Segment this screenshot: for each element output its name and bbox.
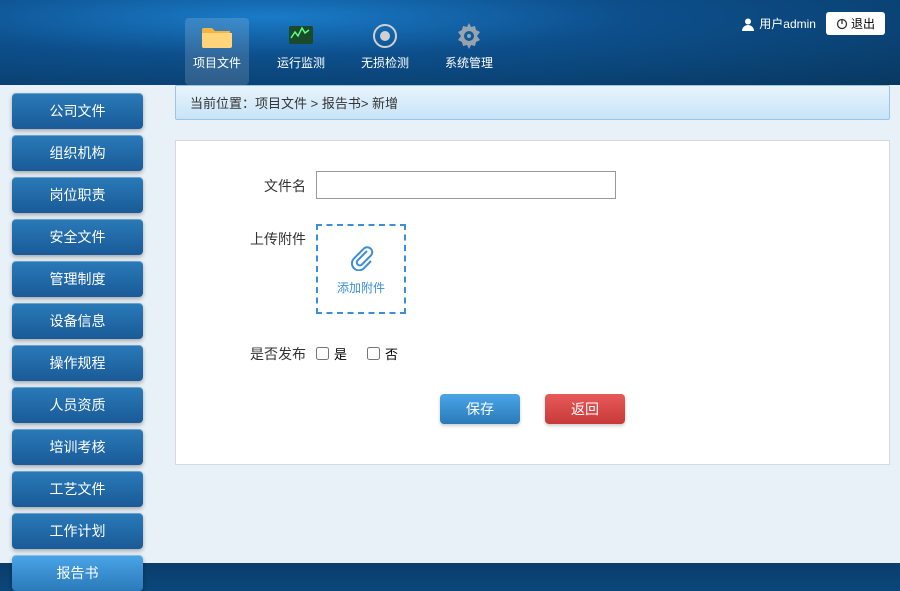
filename-label: 文件名 [226, 171, 306, 196]
upload-label: 上传附件 [226, 224, 306, 249]
power-icon [836, 18, 848, 30]
breadcrumb: 当前位置：项目文件 > 报告书> 新增 [175, 85, 890, 120]
sidebar-item-procedures[interactable]: 操作规程 [12, 345, 143, 381]
sidebar-item-safety[interactable]: 安全文件 [12, 219, 143, 255]
sidebar-item-workplan[interactable]: 工作计划 [12, 513, 143, 549]
nav-operation-monitor[interactable]: 运行监测 [269, 18, 333, 85]
form-panel: 文件名 上传附件 添加附件 是否发布 是 [175, 140, 890, 465]
publish-yes-checkbox[interactable] [316, 347, 329, 360]
nav-label: 项目文件 [193, 54, 241, 71]
publish-no-checkbox[interactable] [367, 347, 380, 360]
nav-system-manage[interactable]: 系统管理 [437, 18, 501, 85]
sidebar-item-training[interactable]: 培训考核 [12, 429, 143, 465]
sidebar-item-process[interactable]: 工艺文件 [12, 471, 143, 507]
folder-icon [201, 22, 233, 50]
nav-label: 系统管理 [445, 54, 493, 71]
nav-ndt[interactable]: 无损检测 [353, 18, 417, 85]
sidebar-item-org[interactable]: 组织机构 [12, 135, 143, 171]
main-content: 当前位置：项目文件 > 报告书> 新增 文件名 上传附件 添加附件 是否发布 [155, 85, 900, 563]
nav-project-files[interactable]: 项目文件 [185, 18, 249, 85]
publish-no-label: 否 [385, 344, 398, 363]
sidebar-item-rules[interactable]: 管理制度 [12, 261, 143, 297]
monitor-icon [285, 22, 317, 50]
paperclip-icon [347, 243, 375, 271]
user-icon [741, 17, 755, 31]
upload-text: 添加附件 [337, 279, 385, 296]
back-button[interactable]: 返回 [545, 394, 625, 424]
sidebar-item-duties[interactable]: 岗位职责 [12, 177, 143, 213]
top-nav: 项目文件 运行监测 无损检测 系统管理 [185, 0, 501, 85]
app-header: 项目文件 运行监测 无损检测 系统管理 用户admin 退出 [0, 0, 900, 85]
sidebar-item-company-files[interactable]: 公司文件 [12, 93, 143, 129]
sidebar-item-reports[interactable]: 报告书 [12, 555, 143, 591]
filename-input[interactable] [316, 171, 616, 199]
publish-no-option[interactable]: 否 [367, 344, 398, 363]
save-button[interactable]: 保存 [440, 394, 520, 424]
publish-yes-label: 是 [334, 344, 347, 363]
nav-label: 运行监测 [277, 54, 325, 71]
sidebar-item-equipment[interactable]: 设备信息 [12, 303, 143, 339]
publish-yes-option[interactable]: 是 [316, 344, 347, 363]
nav-label: 无损检测 [361, 54, 409, 71]
logout-button[interactable]: 退出 [826, 12, 885, 35]
user-info: 用户admin [741, 15, 816, 32]
logout-label: 退出 [851, 15, 875, 32]
upload-box[interactable]: 添加附件 [316, 224, 406, 314]
publish-label: 是否发布 [226, 339, 306, 364]
sidebar: 公司文件 组织机构 岗位职责 安全文件 管理制度 设备信息 操作规程 人员资质 … [0, 85, 155, 563]
settings-icon [453, 22, 485, 50]
gear-check-icon [369, 22, 401, 50]
user-area: 用户admin 退出 [741, 12, 885, 35]
sidebar-item-qualifications[interactable]: 人员资质 [12, 387, 143, 423]
user-label: 用户admin [759, 15, 816, 32]
